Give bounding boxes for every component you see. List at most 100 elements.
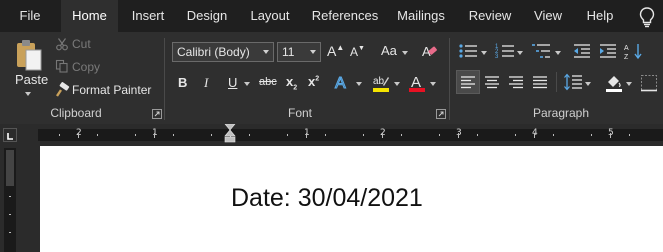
ruler-tick: [591, 134, 592, 136]
font-dialog-launcher-icon[interactable]: [436, 109, 446, 119]
horizontal-ruler-area: 2 1 1 2 3 4 5: [0, 124, 663, 146]
borders-icon[interactable]: [640, 74, 658, 92]
strikethrough-button[interactable]: abc: [259, 76, 277, 88]
ruler-tick: [59, 134, 60, 136]
horizontal-ruler[interactable]: 2 1 1 2 3 4 5: [38, 124, 663, 143]
cut-button[interactable]: Cut: [72, 37, 91, 51]
multilevel-list-icon[interactable]: [531, 42, 555, 60]
tab-home-label: Home: [72, 8, 107, 23]
align-right-icon[interactable]: [508, 75, 524, 89]
align-center-icon[interactable]: [484, 75, 500, 89]
ruler-tick: [78, 132, 79, 138]
text-effects-icon[interactable]: A: [334, 73, 352, 93]
tab-home[interactable]: Home: [61, 0, 118, 32]
tab-mailings-label: Mailings: [397, 8, 445, 23]
ruler-tick: [306, 132, 307, 138]
superscript-button[interactable]: x2: [308, 74, 319, 89]
ruler-tick: [610, 132, 611, 138]
chevron-down-icon: [310, 50, 316, 54]
numbering-icon[interactable]: 1 2 3: [495, 42, 517, 60]
decrease-indent-icon[interactable]: [572, 42, 592, 60]
tab-mailings[interactable]: Mailings: [391, 0, 451, 32]
align-left-icon: [461, 76, 475, 89]
tab-references[interactable]: References: [306, 0, 384, 32]
indent-marker-icon[interactable]: [224, 124, 236, 146]
ruler-tick: [211, 134, 212, 136]
tab-file[interactable]: File: [8, 0, 52, 32]
underline-caret[interactable]: [244, 82, 250, 86]
font-size-dropdown[interactable]: 11: [277, 42, 321, 62]
tab-view[interactable]: View: [528, 0, 568, 32]
font-color-icon[interactable]: A: [408, 73, 426, 93]
copy-button[interactable]: Copy: [72, 60, 100, 74]
vertical-ruler[interactable]: [4, 148, 16, 252]
change-case-caret[interactable]: [402, 51, 408, 55]
line-spacing-icon[interactable]: [563, 73, 583, 91]
svg-text:Z: Z: [624, 54, 629, 60]
ruler-tick: [439, 134, 440, 136]
line-spacing-caret[interactable]: [585, 82, 591, 86]
tab-design[interactable]: Design: [180, 0, 234, 32]
clipboard-group-label: Clipboard: [50, 106, 102, 120]
shading-caret[interactable]: [626, 82, 632, 86]
bullets-caret[interactable]: [481, 51, 487, 55]
font-color-swatch: [409, 88, 425, 92]
font-name-value: Calibri (Body): [177, 45, 250, 59]
ribbon: Paste Cut Copy Format Painter Clipboard …: [0, 32, 663, 124]
caret-down-icon: ▼: [358, 45, 365, 52]
change-case-button[interactable]: Aa: [381, 43, 397, 58]
text-effects-caret[interactable]: [356, 82, 362, 86]
paste-dropdown-caret[interactable]: [25, 92, 31, 96]
font-size-value: 11: [282, 45, 295, 59]
sort-icon[interactable]: A Z: [624, 42, 644, 60]
tab-selector[interactable]: [3, 128, 17, 142]
paste-icon[interactable]: [14, 38, 44, 72]
tab-references-label: References: [311, 8, 379, 23]
italic-button[interactable]: I: [204, 75, 208, 91]
grow-font-button[interactable]: A▲: [327, 43, 344, 59]
highlighter-caret[interactable]: [394, 82, 400, 86]
document-text[interactable]: Date: 30/04/2021: [231, 184, 423, 213]
ribbon-separator: [449, 38, 450, 120]
ruler-tick: [135, 134, 136, 136]
tab-insert[interactable]: Insert: [124, 0, 172, 32]
clipboard-dialog-launcher-icon[interactable]: [152, 109, 162, 119]
tab-review[interactable]: Review: [463, 0, 517, 32]
underline-button[interactable]: U: [228, 75, 237, 90]
clear-formatting-icon[interactable]: A: [421, 42, 439, 60]
lightbulb-icon[interactable]: [638, 6, 656, 28]
multilevel-list-caret[interactable]: [555, 51, 561, 55]
paste-button[interactable]: Paste: [15, 72, 48, 87]
shading-icon[interactable]: [604, 73, 624, 93]
tab-view-label: View: [534, 8, 562, 23]
ruler-tick: [515, 134, 516, 136]
tab-help[interactable]: Help: [580, 0, 620, 32]
subscript-button[interactable]: x2: [286, 74, 297, 92]
increase-indent-icon[interactable]: [598, 42, 618, 60]
font-group-label: Font: [287, 106, 312, 120]
shrink-font-label: A: [350, 45, 359, 59]
copy-icon: [55, 59, 68, 73]
tab-file-label: File: [19, 8, 41, 23]
ruler-tick: [401, 134, 402, 136]
document-page[interactable]: Date: 30/04/2021: [40, 146, 663, 252]
ruler-tick: [97, 134, 98, 136]
ruler-tick: [154, 132, 155, 138]
ruler-tick: [9, 196, 11, 197]
shrink-font-button[interactable]: A▼: [350, 45, 365, 59]
ruler-tick: [287, 134, 288, 136]
bold-button[interactable]: B: [178, 75, 187, 90]
underline-label: U: [228, 75, 238, 90]
ruler-tick: [325, 134, 326, 136]
font-name-dropdown[interactable]: Calibri (Body): [172, 42, 274, 62]
format-painter-button[interactable]: Format Painter: [72, 83, 151, 97]
ruler-tick: [363, 134, 364, 136]
tab-layout[interactable]: Layout: [243, 0, 297, 32]
bullets-icon[interactable]: [458, 42, 480, 60]
numbering-caret[interactable]: [517, 51, 523, 55]
highlighter-icon[interactable]: ab: [372, 73, 390, 93]
bold-label: B: [178, 75, 188, 90]
font-color-caret[interactable]: [430, 82, 436, 86]
paragraph-group-label: Paragraph: [532, 106, 590, 120]
justify-icon[interactable]: [532, 75, 548, 89]
